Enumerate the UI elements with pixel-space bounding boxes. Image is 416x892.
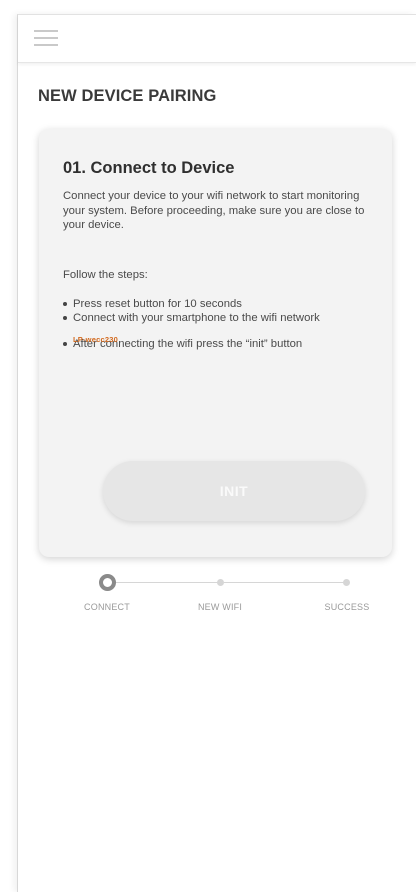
step-item-reset: Press reset button for 10 seconds (63, 297, 383, 311)
card-description: Connect your device to your wifi network… (63, 190, 365, 231)
follow-steps-label: Follow the steps: (63, 269, 148, 281)
app-frame: NEW DEVICE PAIRING 01. Connect to Device… (17, 14, 416, 892)
progress-stepper: CONNECT NEW WIFI SUCCESS (18, 563, 416, 623)
stepper-line-1 (116, 582, 218, 583)
wifi-network-name: LP-wecc230 (73, 335, 118, 344)
init-button[interactable]: INIT (103, 461, 365, 521)
stepper-line-2 (224, 582, 344, 583)
step-label-connect: CONNECT (84, 602, 130, 612)
step-item-connect-wifi: Connect with your smartphone to the wifi… (63, 311, 383, 325)
step-label-success: SUCCESS (324, 602, 370, 612)
top-bar (18, 15, 416, 63)
step-success-indicator (343, 579, 350, 586)
card-title: 01. Connect to Device (63, 159, 235, 177)
hamburger-menu-icon[interactable] (34, 27, 60, 49)
step-new-wifi-indicator (217, 579, 224, 586)
connect-device-card: 01. Connect to Device Connect your devic… (39, 129, 392, 557)
step-connect-indicator (99, 574, 116, 591)
page-title: NEW DEVICE PAIRING (38, 87, 217, 105)
step-label-new-wifi: NEW WIFI (197, 602, 243, 612)
